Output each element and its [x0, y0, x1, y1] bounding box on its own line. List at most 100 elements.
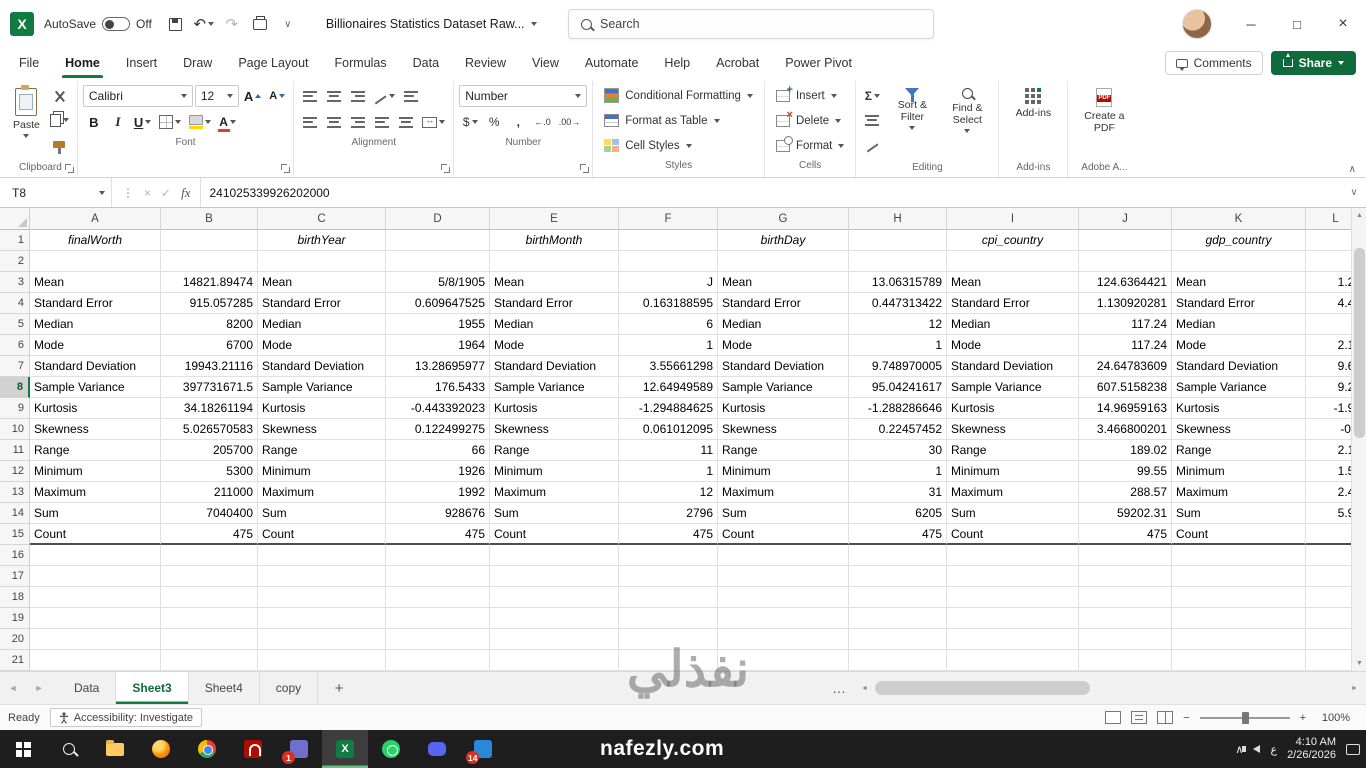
- decrease-indent-button[interactable]: [371, 111, 393, 133]
- cell-B19[interactable]: [161, 608, 258, 629]
- normal-view-button[interactable]: [1105, 711, 1122, 724]
- search-bar[interactable]: Search: [568, 9, 934, 39]
- cell-J8[interactable]: 607.5158238: [1079, 377, 1172, 398]
- undo-button[interactable]: ↶: [190, 10, 218, 38]
- cell-A13[interactable]: Maximum: [30, 482, 161, 503]
- cell-D8[interactable]: 176.5433: [386, 377, 490, 398]
- cell-styles-button[interactable]: Cell Styles: [598, 133, 759, 158]
- comma-style-button[interactable]: ,: [507, 111, 529, 133]
- cell-K11[interactable]: Range: [1172, 440, 1306, 461]
- cell-C11[interactable]: Range: [258, 440, 386, 461]
- cell-A1[interactable]: finalWorth: [30, 230, 161, 251]
- cell-B17[interactable]: [161, 566, 258, 587]
- cell-E21[interactable]: [490, 650, 619, 671]
- cell-E5[interactable]: Median: [490, 314, 619, 335]
- cell-D20[interactable]: [386, 629, 490, 650]
- cell-K8[interactable]: Sample Variance: [1172, 377, 1306, 398]
- cell-B4[interactable]: 915.057285: [161, 293, 258, 314]
- autosum-button[interactable]: Σ: [861, 85, 883, 107]
- decrease-decimal-button[interactable]: .00→: [556, 111, 584, 133]
- fill-button[interactable]: [861, 109, 883, 131]
- cell-A11[interactable]: Range: [30, 440, 161, 461]
- ribbon-tab-help[interactable]: Help: [651, 48, 703, 78]
- number-dialog-launcher[interactable]: [580, 164, 590, 173]
- cell-F13[interactable]: 12: [619, 482, 718, 503]
- cell-E12[interactable]: Minimum: [490, 461, 619, 482]
- cell-J18[interactable]: [1079, 587, 1172, 608]
- ribbon-tab-draw[interactable]: Draw: [170, 48, 225, 78]
- accounting-format-button[interactable]: $: [459, 111, 481, 133]
- cell-B6[interactable]: 6700: [161, 335, 258, 356]
- cell-E20[interactable]: [490, 629, 619, 650]
- cell-C7[interactable]: Standard Deviation: [258, 356, 386, 377]
- ribbon-tab-power-pivot[interactable]: Power Pivot: [772, 48, 865, 78]
- cell-A21[interactable]: [30, 650, 161, 671]
- cell-C15[interactable]: Count: [258, 524, 386, 545]
- cell-D11[interactable]: 66: [386, 440, 490, 461]
- column-header-B[interactable]: B: [161, 208, 258, 230]
- cell-C9[interactable]: Kurtosis: [258, 398, 386, 419]
- cell-I15[interactable]: Count: [947, 524, 1079, 545]
- cell-E9[interactable]: Kurtosis: [490, 398, 619, 419]
- cell-D16[interactable]: [386, 545, 490, 566]
- cell-G18[interactable]: [718, 587, 849, 608]
- cell-E17[interactable]: [490, 566, 619, 587]
- vertical-scroll-thumb[interactable]: [1354, 248, 1365, 438]
- cell-E8[interactable]: Sample Variance: [490, 377, 619, 398]
- cell-K16[interactable]: [1172, 545, 1306, 566]
- cell-C6[interactable]: Mode: [258, 335, 386, 356]
- ribbon-tab-automate[interactable]: Automate: [572, 48, 652, 78]
- excel-app-icon[interactable]: X: [10, 12, 34, 36]
- cell-D6[interactable]: 1964: [386, 335, 490, 356]
- cell-B15[interactable]: 475: [161, 524, 258, 545]
- create-pdf-button[interactable]: PDF Create a PDF: [1073, 83, 1135, 136]
- cell-A17[interactable]: [30, 566, 161, 587]
- cell-I19[interactable]: [947, 608, 1079, 629]
- top-align-button[interactable]: [299, 85, 321, 107]
- cell-C8[interactable]: Sample Variance: [258, 377, 386, 398]
- cell-B20[interactable]: [161, 629, 258, 650]
- zoom-slider-thumb[interactable]: [1241, 711, 1249, 724]
- format-as-table-button[interactable]: Format as Table: [598, 108, 759, 133]
- cell-H15[interactable]: 475: [849, 524, 947, 545]
- cell-C14[interactable]: Sum: [258, 503, 386, 524]
- cell-E16[interactable]: [490, 545, 619, 566]
- bold-button[interactable]: B: [83, 111, 105, 133]
- cell-J21[interactable]: [1079, 650, 1172, 671]
- cell-B11[interactable]: 205700: [161, 440, 258, 461]
- cell-I16[interactable]: [947, 545, 1079, 566]
- cell-F3[interactable]: J: [619, 272, 718, 293]
- cell-J5[interactable]: 117.24: [1079, 314, 1172, 335]
- cell-D14[interactable]: 928676: [386, 503, 490, 524]
- cell-A3[interactable]: Mean: [30, 272, 161, 293]
- scroll-right-button[interactable]: ►: [1347, 672, 1362, 704]
- cell-I12[interactable]: Minimum: [947, 461, 1079, 482]
- row-header-12[interactable]: 12: [0, 461, 30, 482]
- middle-align-button[interactable]: [323, 85, 345, 107]
- cell-E1[interactable]: birthMonth: [490, 230, 619, 251]
- vertical-scrollbar[interactable]: ▲ ▼: [1351, 208, 1366, 671]
- column-header-E[interactable]: E: [490, 208, 619, 230]
- cell-F18[interactable]: [619, 587, 718, 608]
- percent-style-button[interactable]: %: [483, 111, 505, 133]
- cell-I2[interactable]: [947, 251, 1079, 272]
- zoom-slider[interactable]: [1199, 711, 1290, 724]
- cell-G16[interactable]: [718, 545, 849, 566]
- cell-D19[interactable]: [386, 608, 490, 629]
- cell-D5[interactable]: 1955: [386, 314, 490, 335]
- file-explorer-button[interactable]: [92, 730, 138, 768]
- page-break-view-button[interactable]: [1157, 711, 1174, 724]
- chrome-button[interactable]: [184, 730, 230, 768]
- cell-H2[interactable]: [849, 251, 947, 272]
- cell-E3[interactable]: Mean: [490, 272, 619, 293]
- sheet-tab-sheet4[interactable]: Sheet4: [189, 672, 260, 704]
- pinned-app-button[interactable]: 1: [276, 730, 322, 768]
- cell-J15[interactable]: 475: [1079, 524, 1172, 545]
- cell-G5[interactable]: Median: [718, 314, 849, 335]
- row-header-19[interactable]: 19: [0, 608, 30, 629]
- cell-A14[interactable]: Sum: [30, 503, 161, 524]
- cell-H5[interactable]: 12: [849, 314, 947, 335]
- cell-E13[interactable]: Maximum: [490, 482, 619, 503]
- cell-I14[interactable]: Sum: [947, 503, 1079, 524]
- cell-I21[interactable]: [947, 650, 1079, 671]
